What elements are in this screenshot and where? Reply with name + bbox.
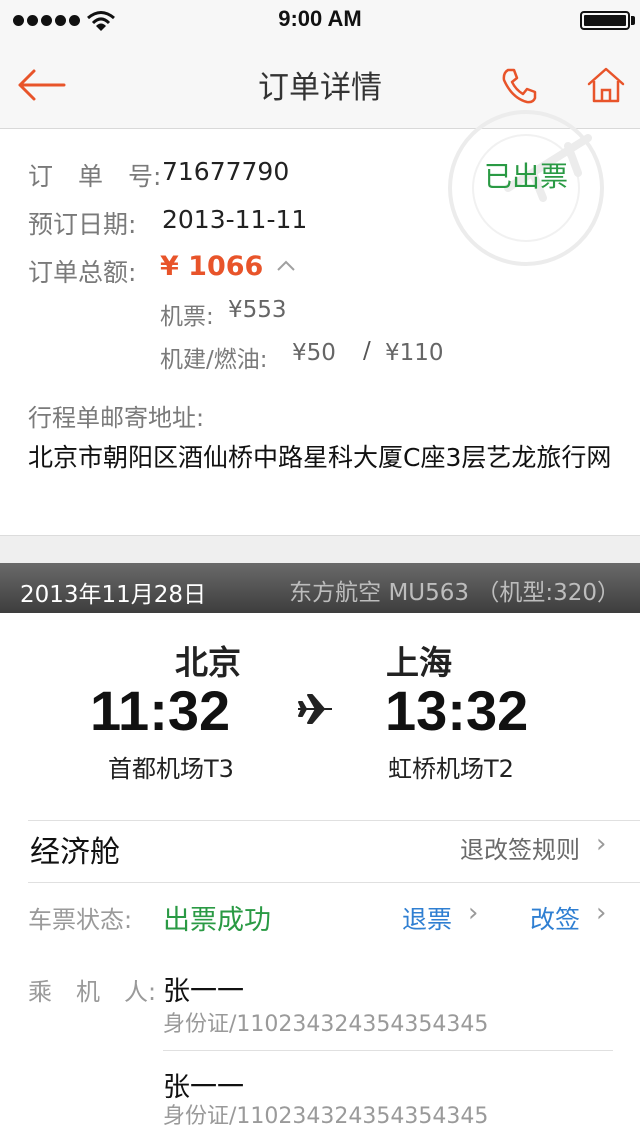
ticket-price: ¥553 — [228, 297, 287, 323]
divider — [28, 882, 640, 883]
depart-time: 11:32 — [90, 679, 231, 742]
refund-change-rules-link[interactable]: 退改签规则 — [460, 830, 580, 865]
ticket-status: 出票成功 — [163, 905, 271, 936]
passenger-label: 乘 机 人: — [28, 978, 157, 1006]
passenger-id: 身份证/110234324354354345 — [163, 1012, 489, 1037]
battery-icon — [580, 11, 630, 30]
mailing-address: 北京市朝阳区酒仙桥中路星科大厦C座3层艺龙旅行网 — [28, 443, 612, 472]
booking-date: 2013-11-11 — [162, 205, 308, 234]
flight-airline: 东方航空 MU563 （机型:320） — [289, 580, 620, 606]
ticket-status-label: 车票状态: — [28, 906, 133, 934]
arrive-time: 13:32 — [385, 679, 529, 742]
section-divider — [0, 535, 640, 563]
status-time: 9:00 AM — [278, 6, 362, 31]
chevron-right-icon: › — [468, 898, 479, 928]
page-title: 订单详情 — [258, 70, 382, 106]
flight-header: 2013年11月28日 东方航空 MU563 （机型:320） — [0, 563, 640, 613]
change-ticket-link[interactable]: 改签 — [530, 900, 580, 936]
booking-date-label: 预订日期: — [28, 210, 137, 239]
ticket-issued-stamp: 已出票 — [484, 160, 569, 193]
chevron-right-icon: › — [596, 898, 607, 928]
cabin-class: 经济舱 — [30, 835, 120, 870]
tax-label: 机建/燃油: — [160, 347, 268, 373]
refund-link[interactable]: 退票 — [402, 900, 452, 936]
airplane-icon — [298, 694, 332, 724]
chevron-right-icon: › — [596, 829, 607, 859]
order-total-label: 订单总额: — [28, 258, 137, 287]
chevron-up-icon[interactable] — [276, 258, 296, 272]
depart-airport: 首都机场T3 — [108, 755, 234, 783]
tax-fuel: ¥110 — [385, 340, 444, 366]
tax-separator: / — [363, 338, 371, 364]
depart-city: 北京 — [175, 643, 241, 682]
order-total: ¥ 1066 — [160, 251, 264, 282]
passenger-id: 身份证/110234324354354345 — [163, 1104, 489, 1129]
status-bar: 9:00 AM — [0, 0, 640, 40]
ticket-price-label: 机票: — [160, 304, 214, 330]
phone-icon[interactable] — [500, 67, 538, 105]
tax-airport: ¥50 — [292, 340, 336, 366]
flight-date: 2013年11月28日 — [20, 582, 207, 608]
divider — [28, 820, 640, 821]
battery-tip — [631, 16, 635, 25]
home-icon[interactable] — [586, 66, 626, 104]
address-label: 行程单邮寄地址: — [28, 404, 205, 432]
divider — [163, 1050, 613, 1051]
order-number: 71677790 — [162, 157, 290, 186]
arrive-city: 上海 — [386, 643, 452, 682]
arrive-airport: 虹桥机场T2 — [388, 755, 514, 783]
passenger-name: 张一一 — [163, 976, 244, 1007]
order-number-label: 订 单 号: — [28, 162, 162, 191]
